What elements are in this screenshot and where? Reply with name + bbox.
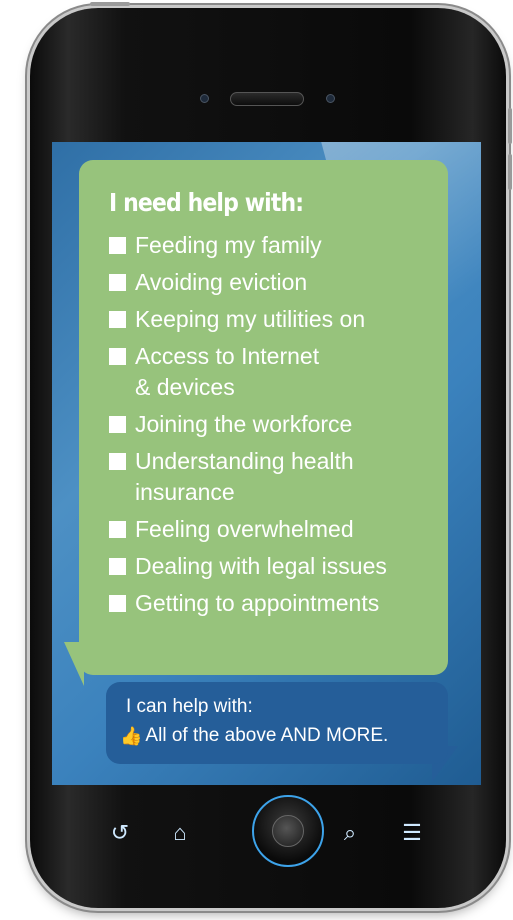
volume-up-button bbox=[508, 108, 512, 144]
list-item: Dealing with legal issues bbox=[109, 551, 387, 582]
item-label: Joining the workforce bbox=[135, 411, 353, 437]
checkbox-icon[interactable] bbox=[109, 416, 126, 433]
list-item: Understanding health insurance bbox=[109, 446, 387, 508]
reply-line-2: 👍 All of the above AND MORE. bbox=[120, 725, 388, 747]
item-label: Access to Internet & devices bbox=[135, 343, 320, 400]
reply-text: All of the above AND MORE. bbox=[145, 725, 389, 746]
earpiece-speaker bbox=[230, 92, 304, 106]
list-item: Access to Internet & devices bbox=[109, 341, 387, 403]
item-label: Keeping my utilities on bbox=[135, 306, 366, 332]
checkbox-icon[interactable] bbox=[109, 521, 126, 538]
front-camera-icon bbox=[200, 94, 209, 103]
checkbox-icon[interactable] bbox=[109, 274, 126, 291]
reply-bubble: I can help with: 👍 All of the above AND … bbox=[106, 682, 448, 764]
refresh-icon[interactable]: ↺ bbox=[107, 822, 133, 844]
reply-line-1: I can help with: bbox=[126, 696, 253, 717]
item-label: Getting to appointments bbox=[135, 590, 380, 616]
checkbox-icon[interactable] bbox=[109, 348, 126, 365]
item-label: Avoiding eviction bbox=[135, 269, 308, 295]
list-item: Avoiding eviction bbox=[109, 267, 387, 298]
search-icon[interactable]: ⌕ bbox=[337, 822, 363, 844]
item-label: Dealing with legal issues bbox=[135, 553, 387, 579]
list-item: Feeling overwhelmed bbox=[109, 514, 387, 545]
list-icon[interactable]: ☰ bbox=[399, 822, 425, 844]
checkbox-icon[interactable] bbox=[109, 595, 126, 612]
home-icon[interactable]: ⌂ bbox=[167, 822, 193, 844]
list-item: Joining the workforce bbox=[109, 409, 387, 440]
checkbox-icon[interactable] bbox=[109, 558, 126, 575]
thumbs-up-icon: 👍 bbox=[120, 725, 143, 746]
home-button-inner bbox=[272, 815, 304, 847]
list-item: Keeping my utilities on bbox=[109, 304, 387, 335]
bubble-heading: I need help with: bbox=[109, 188, 304, 217]
phone-bottom-bar: ↺ ⌂ ⌕ ☰ bbox=[52, 795, 481, 885]
checkbox-icon[interactable] bbox=[109, 453, 126, 470]
checkbox-icon[interactable] bbox=[109, 311, 126, 328]
phone-screen: I need help with: Feeding my family Avoi… bbox=[52, 142, 481, 785]
list-item: Feeding my family bbox=[109, 230, 387, 261]
item-label: Feeling overwhelmed bbox=[135, 516, 354, 542]
power-button bbox=[90, 2, 130, 6]
help-list: Feeding my family Avoiding eviction Keep… bbox=[109, 230, 387, 625]
list-item: Getting to appointments bbox=[109, 588, 387, 619]
item-label: Understanding health insurance bbox=[135, 448, 354, 505]
item-label: Feeding my family bbox=[135, 232, 322, 258]
volume-down-button bbox=[508, 154, 512, 190]
sensor-dot bbox=[326, 94, 335, 103]
checkbox-icon[interactable] bbox=[109, 237, 126, 254]
help-request-bubble: I need help with: Feeding my family Avoi… bbox=[79, 160, 448, 675]
home-button[interactable] bbox=[252, 795, 324, 867]
